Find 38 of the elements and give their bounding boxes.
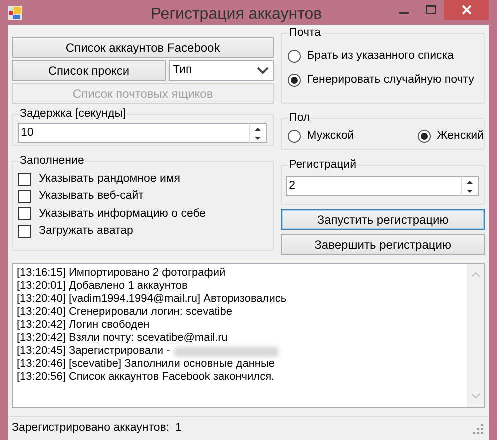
group-title: Задержка [секунды]: [19, 107, 128, 121]
maximize-icon: [426, 5, 436, 15]
spinner-arrows[interactable]: [249, 123, 268, 143]
window-title: Регистрация аккаунтов: [150, 5, 324, 25]
button[interactable]: Список аккаунтов Facebook: [12, 37, 274, 58]
button[interactable]: Запустить регистрацию: [281, 209, 485, 230]
radio-button[interactable]: Мужской: [288, 129, 354, 144]
log-line: [13:20:01] Добавлено 1 аккаунтов: [17, 280, 189, 293]
app-icon: [7, 5, 23, 21]
button[interactable]: Завершить регистрацию: [281, 234, 485, 255]
resize-grip-icon[interactable]: [473, 424, 483, 434]
number-field[interactable]: 2: [286, 176, 461, 196]
close-icon: [462, 5, 472, 15]
checkbox[interactable]: Указывать рандомное имя: [18, 172, 274, 186]
log-line: [13:20:45] Зарегистрировали -: [17, 345, 170, 358]
log-line: [13:16:15] Импортировано 2 фотографий: [17, 267, 227, 280]
proxy-type-dropdown[interactable]: Тип: [169, 60, 274, 81]
number-field[interactable]: 10: [18, 123, 250, 143]
checkbox[interactable]: Загружать аватар: [18, 224, 274, 238]
log-line: [13:20:42] Логин свободен: [17, 319, 151, 332]
minimize-icon: [398, 12, 408, 14]
radio-button[interactable]: Генерировать случайную почту: [288, 73, 484, 88]
group-title: Регистраций: [288, 158, 358, 172]
button[interactable]: Список прокси: [12, 60, 166, 81]
status-label: Зарегистрировано аккаунтов:: [12, 421, 170, 436]
log-line: [13:20:40] Сгенерировали логин: scevatibe: [17, 306, 234, 319]
log-line: [13:20:42] Взяли почту: scevatibe@mail.ru: [17, 332, 229, 345]
radio-button[interactable]: Брать из указанного списка: [288, 49, 484, 64]
log-line: [13:20:46] [scevatibe] Заполнили основные данные: [17, 358, 276, 371]
checkbox[interactable]: Указывать веб-сайт: [18, 189, 274, 204]
caret-icon: [257, 66, 270, 74]
radio-button[interactable]: Женский: [418, 129, 484, 144]
status-value: 1: [176, 421, 182, 436]
log-line: [13:20:56] Список аккаунтов Facebook закончился.: [17, 371, 276, 384]
spinner-arrows[interactable]: [461, 176, 479, 196]
checkbox[interactable]: Указывать информацию о себе: [18, 206, 274, 222]
log-line: [13:20:40] [vadim1994.1994@mail.ru] Авторизовались: [17, 293, 288, 306]
close-button[interactable]: [444, 0, 489, 20]
